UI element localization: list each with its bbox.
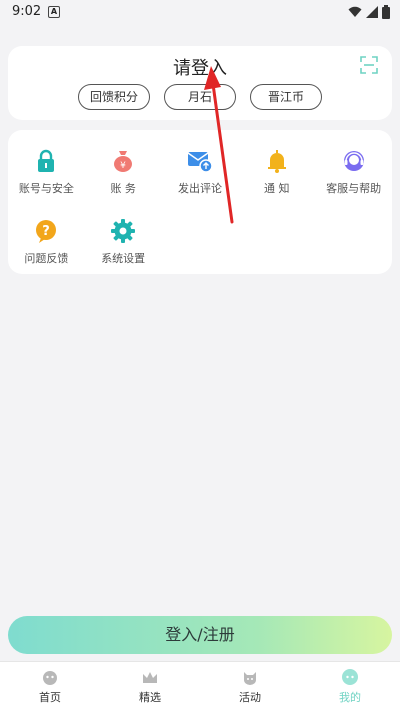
bottom-tab-bar: 首页 精选 活动 我的 <box>0 661 400 710</box>
menu-customer-service[interactable]: 客服与帮助 <box>315 148 392 212</box>
tab-label: 首页 <box>39 691 61 704</box>
profile-icon <box>342 669 358 685</box>
account-card: 请登入 回馈积分 月石 晋江币 <box>8 46 392 120</box>
menu-card: 账号与安全 ¥ 账 务 发出评论 通 知 客服与帮助 ? 问题反馈 系统设置 <box>8 130 392 274</box>
menu-label: 系统设置 <box>101 252 146 265</box>
pill-feedback-points[interactable]: 回馈积分 <box>78 84 150 110</box>
svg-text:¥: ¥ <box>120 161 126 171</box>
login-register-button[interactable]: 登入/注册 <box>8 616 392 654</box>
mail-upload-icon <box>187 152 213 173</box>
gear-icon <box>111 219 136 243</box>
menu-accounts[interactable]: ¥ 账 务 <box>85 148 162 212</box>
customer-service-icon <box>343 151 364 171</box>
lock-icon <box>38 149 55 172</box>
tab-activity[interactable]: 活动 <box>200 662 300 710</box>
balance-pills: 回馈积分 月石 晋江币 <box>8 84 392 110</box>
menu-notifications[interactable]: 通 知 <box>238 148 315 212</box>
menu-label: 客服与帮助 <box>326 182 382 195</box>
money-bag-icon: ¥ <box>114 151 133 172</box>
status-bar: 9:02 A <box>0 0 400 26</box>
crown-icon <box>143 672 157 683</box>
status-time: 9:02 <box>12 4 42 19</box>
tab-label: 我的 <box>339 691 361 704</box>
menu-label: 账 务 <box>110 182 136 195</box>
svg-text:?: ? <box>43 224 51 239</box>
tab-label: 活动 <box>239 691 261 704</box>
menu-system-settings[interactable]: 系统设置 <box>85 218 162 282</box>
menu-label: 问题反馈 <box>24 252 69 265</box>
pill-moonstone[interactable]: 月石 <box>164 84 236 110</box>
signal-icon <box>366 6 378 18</box>
home-icon <box>43 671 57 685</box>
wifi-icon <box>348 6 362 17</box>
menu-label: 通 知 <box>264 182 290 195</box>
pill-jinjiang-coin[interactable]: 晋江币 <box>250 84 322 110</box>
battery-icon <box>382 5 390 19</box>
tab-home[interactable]: 首页 <box>0 662 100 710</box>
activity-icon <box>244 672 256 685</box>
menu-label: 账号与安全 <box>18 182 74 195</box>
login-prompt[interactable]: 请登入 <box>8 54 392 80</box>
scan-icon[interactable] <box>360 56 378 74</box>
menu-feedback[interactable]: ? 问题反馈 <box>8 218 85 282</box>
tab-featured[interactable]: 精选 <box>100 662 200 710</box>
menu-account-security[interactable]: 账号与安全 <box>8 148 85 212</box>
system-icons <box>348 5 390 19</box>
notification-icon: A <box>48 6 60 18</box>
tab-mine[interactable]: 我的 <box>300 662 400 710</box>
menu-sent-comments[interactable]: 发出评论 <box>162 148 239 212</box>
menu-label: 发出评论 <box>177 182 222 195</box>
bell-icon <box>267 150 286 173</box>
tab-label: 精选 <box>139 691 161 704</box>
question-icon: ? <box>36 220 57 243</box>
